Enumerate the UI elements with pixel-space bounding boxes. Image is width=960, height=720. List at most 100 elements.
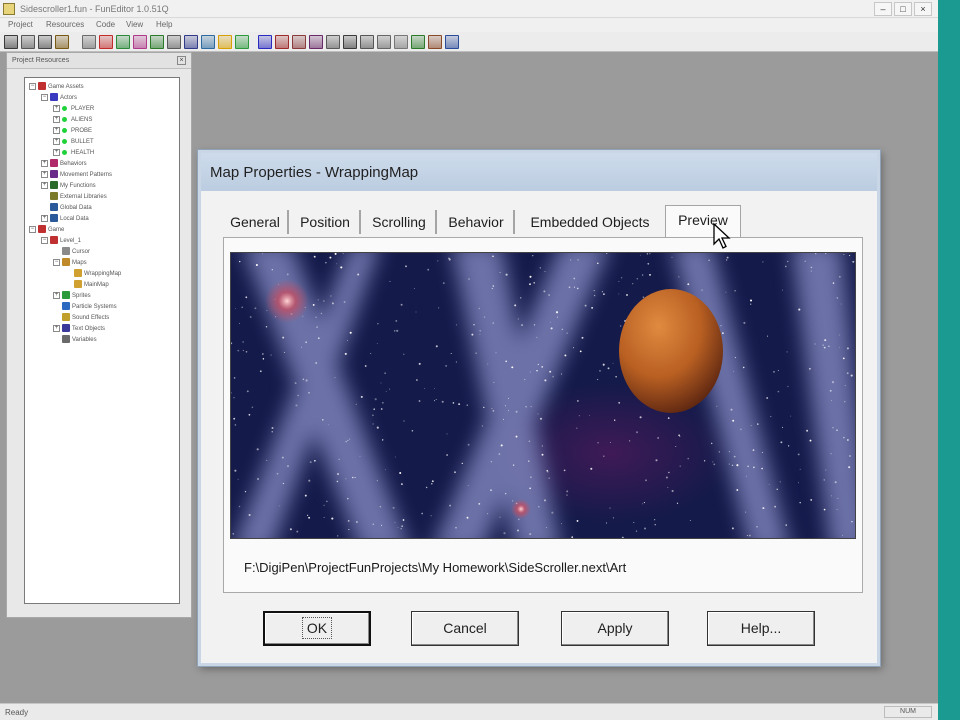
menu-code[interactable]: Code xyxy=(96,20,115,29)
panel-close-icon[interactable]: × xyxy=(177,56,186,65)
page-icon[interactable] xyxy=(82,35,96,49)
star xyxy=(382,402,384,404)
tab-scrolling[interactable]: Scrolling xyxy=(363,210,437,234)
tree-item[interactable]: External Libraries xyxy=(41,192,107,202)
tree-item[interactable]: Sound Effects xyxy=(53,313,109,323)
close-button[interactable]: × xyxy=(914,2,932,16)
star xyxy=(675,445,677,447)
star xyxy=(380,524,383,526)
star xyxy=(665,476,668,479)
star xyxy=(612,517,614,519)
sprite-icon[interactable] xyxy=(99,35,113,49)
star xyxy=(703,460,706,462)
wand-icon[interactable] xyxy=(292,35,306,49)
tree-item[interactable]: + Local Data xyxy=(41,214,89,224)
merge-icon[interactable] xyxy=(360,35,374,49)
actor-icon[interactable] xyxy=(116,35,130,49)
people-icon[interactable] xyxy=(275,35,289,49)
tree-item[interactable]: + Text Objects xyxy=(53,324,105,334)
minimize-button[interactable]: – xyxy=(874,2,892,16)
globe-icon[interactable] xyxy=(445,35,459,49)
arrow-icon[interactable] xyxy=(309,35,323,49)
tree-item[interactable]: + PROBE xyxy=(53,126,92,136)
tree-item[interactable]: − Level_1 xyxy=(41,236,81,246)
expand-icon[interactable]: + xyxy=(53,324,60,332)
collapse-icon[interactable]: − xyxy=(29,225,36,233)
list-icon[interactable] xyxy=(394,35,408,49)
project-tree[interactable]: − Game Assets − Actors + PLAYER + ALIENS + PROBE +… xyxy=(24,77,180,604)
tab-general[interactable]: General xyxy=(223,210,289,234)
columns-icon[interactable] xyxy=(377,35,391,49)
tree-item[interactable]: + ALIENS xyxy=(53,115,92,125)
tree-item[interactable]: − Maps xyxy=(53,258,87,268)
star xyxy=(399,472,402,474)
star xyxy=(349,438,351,440)
collapse-icon[interactable]: − xyxy=(41,236,48,244)
expand-icon[interactable]: + xyxy=(53,291,60,299)
ok-button[interactable]: OK xyxy=(263,611,371,646)
tree-item[interactable]: + PLAYER xyxy=(53,104,94,114)
tree-item[interactable]: Variables xyxy=(53,335,97,345)
step-icon[interactable] xyxy=(343,35,357,49)
frame-icon[interactable] xyxy=(184,35,198,49)
expand-icon[interactable]: + xyxy=(41,214,48,222)
tree-item[interactable]: MainMap xyxy=(65,280,109,290)
cancel-button[interactable]: Cancel xyxy=(411,611,519,646)
menu-resources[interactable]: Resources xyxy=(46,20,84,29)
tree-icon[interactable] xyxy=(167,35,181,49)
tree-item[interactable]: WrappingMap xyxy=(65,269,121,279)
collapse-icon[interactable]: − xyxy=(41,93,48,101)
dialog-titlebar[interactable]: Map Properties - WrappingMap xyxy=(201,153,877,191)
node-icon[interactable] xyxy=(150,35,164,49)
tree-item[interactable]: + Behaviors xyxy=(41,159,87,169)
star-icon[interactable] xyxy=(218,35,232,49)
tab-embedded-objects[interactable]: Embedded Objects xyxy=(517,210,663,234)
library-icon[interactable] xyxy=(38,35,52,49)
tree-item[interactable]: + Movement Patterns xyxy=(41,170,112,180)
collapse-icon[interactable]: − xyxy=(29,82,36,90)
expand-icon[interactable]: + xyxy=(53,137,60,145)
tree-item[interactable]: − Actors xyxy=(41,93,77,103)
menu-help[interactable]: Help xyxy=(156,20,172,29)
expand-icon[interactable]: + xyxy=(53,148,60,156)
tree-item[interactable]: + BULLET xyxy=(53,137,94,147)
menu-view[interactable]: View xyxy=(126,20,143,29)
star xyxy=(382,439,384,441)
menu-project[interactable]: Project xyxy=(8,20,33,29)
tab-behavior[interactable]: Behavior xyxy=(439,210,515,234)
tree-item[interactable]: Cursor xyxy=(53,247,90,257)
collapse-icon[interactable]: − xyxy=(53,258,60,266)
star xyxy=(379,505,382,508)
tree-item[interactable]: + Sprites xyxy=(53,291,91,301)
expand-icon[interactable]: + xyxy=(41,159,48,167)
expand-icon[interactable]: + xyxy=(41,170,48,178)
puzzle-icon[interactable] xyxy=(235,35,249,49)
expand-icon[interactable]: + xyxy=(53,115,60,123)
expand-icon[interactable]: + xyxy=(53,104,60,112)
star xyxy=(597,379,599,381)
grid-icon[interactable] xyxy=(21,35,35,49)
expand-icon[interactable]: + xyxy=(53,126,60,134)
tree-item[interactable]: Particle Systems xyxy=(53,302,117,312)
tree-item[interactable]: − Game Assets xyxy=(29,82,84,92)
clock-icon[interactable] xyxy=(201,35,215,49)
tree-item[interactable]: − Game xyxy=(29,225,64,235)
trophy-icon[interactable] xyxy=(55,35,69,49)
star xyxy=(384,372,386,374)
apply-button[interactable]: Apply xyxy=(561,611,669,646)
tree-item[interactable]: Global Data xyxy=(41,203,92,213)
tools-icon[interactable] xyxy=(428,35,442,49)
expand-icon[interactable]: + xyxy=(41,181,48,189)
help-button[interactable]: Help... xyxy=(707,611,815,646)
tab-position[interactable]: Position xyxy=(291,210,361,234)
maximize-button[interactable]: □ xyxy=(894,2,912,16)
star xyxy=(434,400,435,402)
tree-item[interactable]: + My Functions xyxy=(41,181,96,191)
tree-item[interactable]: + HEALTH xyxy=(53,148,94,158)
star xyxy=(525,405,527,408)
bars-icon[interactable] xyxy=(4,35,18,49)
path-icon[interactable] xyxy=(133,35,147,49)
select-icon[interactable] xyxy=(326,35,340,49)
stop-icon[interactable] xyxy=(258,35,272,49)
refresh-icon[interactable] xyxy=(411,35,425,49)
